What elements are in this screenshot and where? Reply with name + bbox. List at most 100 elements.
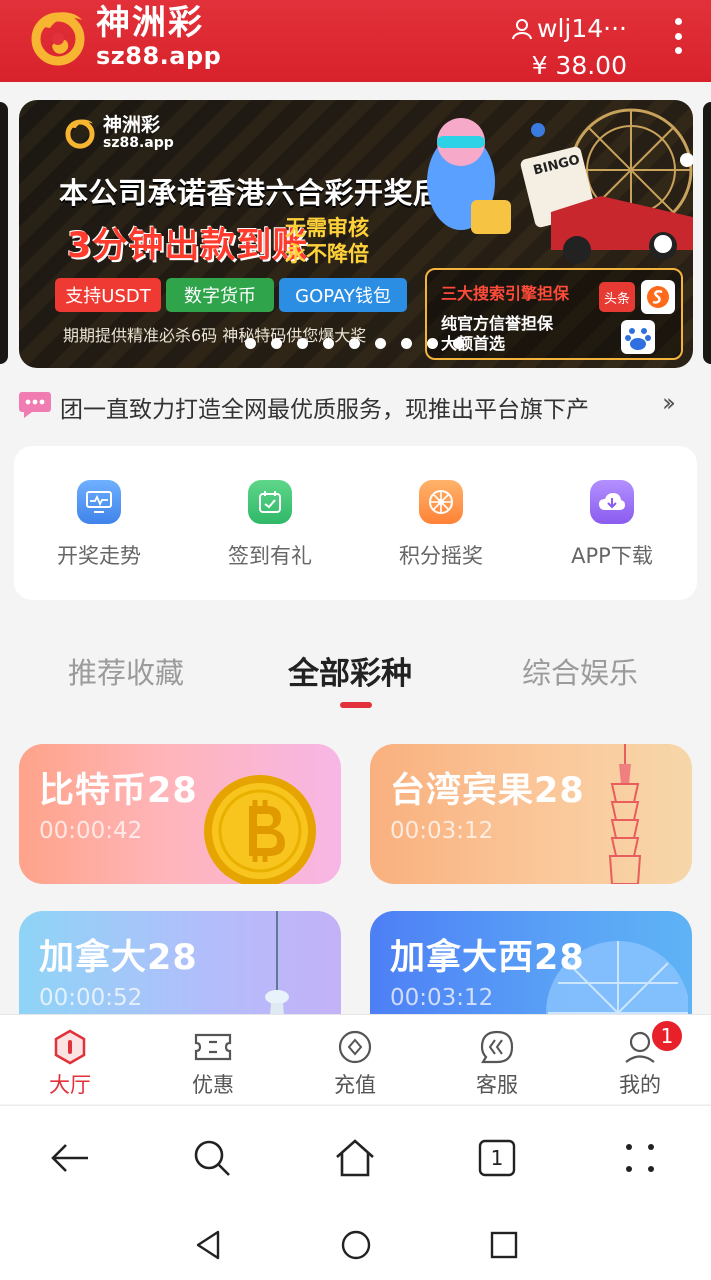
game-countdown: 00:03:12 xyxy=(390,985,494,1011)
taipei-101-tower-icon xyxy=(608,744,642,884)
banner-logo-en: sz88.app xyxy=(103,134,174,151)
coin-icon xyxy=(305,1029,405,1065)
game-card[interactable]: 台湾宾果28 00:03:12 xyxy=(370,744,692,884)
tab-favorites[interactable]: 推荐收藏 xyxy=(68,650,184,692)
banner-tag-gopay: GOPAY钱包 xyxy=(279,278,407,312)
calendar-check-icon xyxy=(248,480,292,524)
carousel-dot[interactable] xyxy=(453,338,464,349)
game-title: 加拿大28 xyxy=(39,938,198,978)
tabbar-label: 我的 xyxy=(619,1073,661,1097)
tabbar-promotions[interactable]: 优惠 xyxy=(163,1029,263,1099)
wheel-icon xyxy=(419,480,463,524)
tabbar-customer-service[interactable]: 客服 xyxy=(447,1029,547,1099)
carousel-dot[interactable] xyxy=(323,338,334,349)
quick-action-lottery-wheel[interactable]: 积分摇奖 xyxy=(356,480,526,570)
open-tabs-count: 1 xyxy=(490,1146,504,1170)
more-menu-icon[interactable] xyxy=(673,18,683,54)
tab-entertainment[interactable]: 综合娱乐 xyxy=(522,650,638,692)
username: wlj14··· xyxy=(537,14,627,43)
notice-marquee[interactable]: 团一直致力打造全网最优质服务，现推出平台旗下产 ›› xyxy=(0,384,711,428)
account-balance: ¥ 38.00 xyxy=(531,51,627,80)
tabbar-label: 大厅 xyxy=(49,1073,91,1097)
game-countdown: 00:03:12 xyxy=(390,818,494,844)
lottery-grid: 比特币28 00:00:42 台湾宾果28 00:03:12 加拿大28 00:… xyxy=(0,744,711,1014)
tabbar-profile[interactable]: 我的 1 xyxy=(590,1019,690,1099)
game-card[interactable]: 加拿大28 00:00:52 xyxy=(19,911,341,1014)
cloud-download-icon xyxy=(590,480,634,524)
carousel-dot[interactable] xyxy=(245,338,256,349)
carousel-dot[interactable] xyxy=(271,338,282,349)
banner-illustration: BINGO xyxy=(401,100,693,270)
system-nav-bar xyxy=(0,1205,711,1280)
tabbar-label: 充值 xyxy=(334,1073,376,1097)
user-icon xyxy=(512,18,532,39)
banner-logo: 神洲彩 sz88.app xyxy=(63,114,174,151)
carousel-dot[interactable] xyxy=(427,338,438,349)
back-arrow-icon[interactable] xyxy=(48,1136,92,1180)
quick-action-label: APP下载 xyxy=(571,544,653,568)
guarantee-title: 三大搜索引擎担保 xyxy=(441,284,570,303)
banner-big-text: 3分钟出款到账 xyxy=(67,226,309,266)
quick-action-trend[interactable]: 开奖走势 xyxy=(14,480,184,570)
tabbar-lobby[interactable]: 大厅 xyxy=(20,1029,120,1099)
top-header: 神洲彩 sz88.app wlj14··· ¥ 38.00 xyxy=(0,0,711,82)
quick-action-checkin[interactable]: 签到有礼 xyxy=(185,480,355,570)
tabs-counter-icon[interactable]: 1 xyxy=(475,1136,519,1180)
toutiao-icon: 头条 xyxy=(599,282,635,312)
app-screen: 神洲彩 sz88.app wlj14··· ¥ 38.00 神洲彩 sz88.a… xyxy=(0,0,711,1280)
tabbar-label: 优惠 xyxy=(192,1073,234,1097)
tab-all-lotteries[interactable]: 全部彩种 xyxy=(288,648,412,693)
home-icon[interactable] xyxy=(333,1136,377,1180)
carousel-dot[interactable] xyxy=(349,338,360,349)
quick-action-label: 积分摇奖 xyxy=(399,544,483,568)
banner-tag-crypto: 数字货币 xyxy=(166,278,274,312)
banner-next-peek xyxy=(703,102,711,364)
game-title: 台湾宾果28 xyxy=(390,771,585,811)
bottom-tab-bar: 大厅 优惠 充值 客服 我的 1 xyxy=(0,1014,711,1104)
browser-toolbar: 1 xyxy=(0,1105,711,1205)
game-card[interactable]: 加拿大西28 00:03:12 xyxy=(370,911,692,1014)
bitcoin-coin-icon xyxy=(204,775,316,884)
game-title: 加拿大西28 xyxy=(390,938,585,978)
game-countdown: 00:00:52 xyxy=(39,985,143,1011)
trend-monitor-icon xyxy=(77,480,121,524)
lobby-icon xyxy=(20,1029,120,1065)
game-card[interactable]: 比特币28 00:00:42 xyxy=(19,744,341,884)
quick-action-app-download[interactable]: APP下载 xyxy=(527,480,697,570)
game-countdown: 00:00:42 xyxy=(39,818,143,844)
nav-home-circle-icon[interactable] xyxy=(336,1225,376,1265)
game-title: 比特币28 xyxy=(39,771,198,811)
carousel-dot[interactable] xyxy=(401,338,412,349)
banner-carousel[interactable]: 神洲彩 sz88.app 本公司承诺香港六合彩开奖后 3分钟出款到账 无需审核 … xyxy=(0,98,711,370)
carousel-dot[interactable] xyxy=(297,338,308,349)
brand-logo[interactable]: 神洲彩 sz88.app xyxy=(28,6,221,68)
dragon-logo-icon xyxy=(28,6,88,68)
notice-text: 团一直致力打造全网最优质服务，现推出平台旗下产 xyxy=(60,397,589,423)
quick-action-label: 开奖走势 xyxy=(57,544,141,568)
banner-tag-usdt: 支持USDT xyxy=(55,278,161,312)
browser-menu-icon[interactable] xyxy=(618,1136,662,1180)
carousel-dots[interactable] xyxy=(245,338,464,349)
logo-domain-text: sz88.app xyxy=(96,42,222,70)
tabbar-deposit[interactable]: 充值 xyxy=(305,1029,405,1099)
promo-banner[interactable]: 神洲彩 sz88.app 本公司承诺香港六合彩开奖后 3分钟出款到账 无需审核 … xyxy=(19,100,693,368)
message-bubble-icon xyxy=(18,388,52,420)
active-tab-indicator xyxy=(340,702,372,708)
search-icon[interactable] xyxy=(190,1136,234,1180)
tabbar-label: 客服 xyxy=(476,1073,518,1097)
logo-cn-text: 神洲彩 xyxy=(96,3,204,43)
service-icon xyxy=(447,1029,547,1065)
ticket-icon xyxy=(163,1029,263,1065)
carousel-dot[interactable] xyxy=(375,338,386,349)
user-info[interactable]: wlj14··· ¥ 38.00 xyxy=(511,14,627,80)
banner-logo-cn: 神洲彩 xyxy=(103,114,161,136)
sogou-icon xyxy=(641,280,675,314)
notification-badge: 1 xyxy=(650,1019,684,1053)
nav-back-triangle-icon[interactable] xyxy=(188,1225,228,1265)
nav-recents-square-icon[interactable] xyxy=(484,1225,524,1265)
banner-side-text-2: 永不降倍 xyxy=(285,242,369,266)
baidu-icon xyxy=(621,320,655,354)
cn-tower-icon xyxy=(265,911,289,1014)
dragon-logo-icon xyxy=(65,119,95,149)
double-chevron-right-icon[interactable]: ›› xyxy=(662,388,676,417)
